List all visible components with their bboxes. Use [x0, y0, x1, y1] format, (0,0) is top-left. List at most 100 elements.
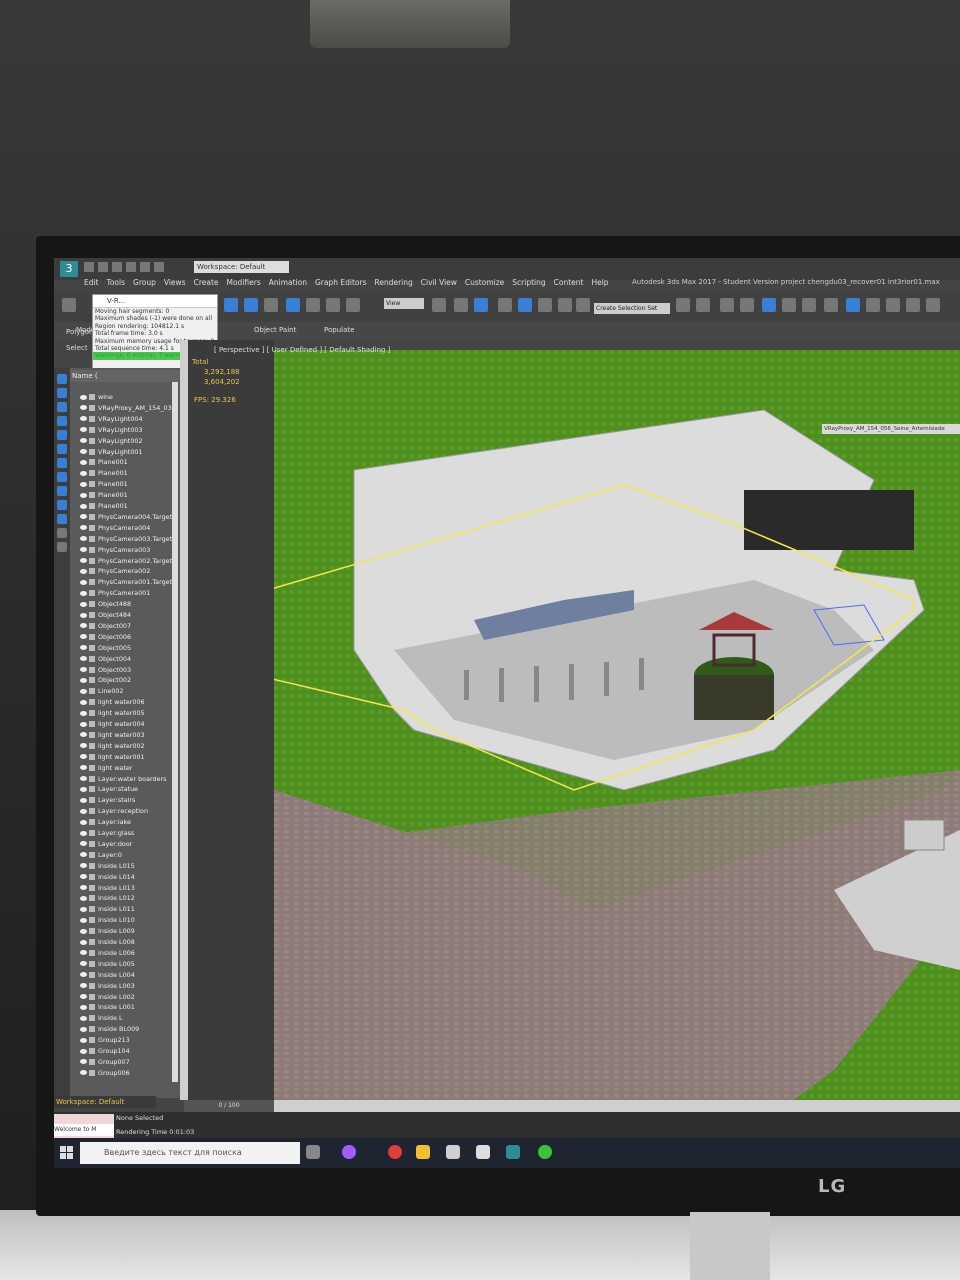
- visibility-eye-icon[interactable]: [80, 568, 87, 574]
- 3dsmax-taskbar-icon[interactable]: [506, 1145, 520, 1159]
- visibility-eye-icon[interactable]: [80, 950, 87, 956]
- scene-explorer-row[interactable]: Object006: [70, 632, 180, 643]
- menu-views[interactable]: Views: [164, 278, 186, 292]
- select-move-icon[interactable]: [286, 298, 300, 312]
- visibility-eye-icon[interactable]: [80, 1015, 87, 1021]
- scene-explorer-row[interactable]: Plane001: [70, 490, 180, 501]
- scene-explorer-row[interactable]: Layer:statue: [70, 784, 180, 795]
- workspace-label[interactable]: Workspace: Default: [54, 1096, 156, 1108]
- yandex-browser-icon[interactable]: [388, 1145, 402, 1159]
- menu-rendering[interactable]: Rendering: [374, 278, 412, 292]
- named-selection-set-dropdown[interactable]: Create Selection Set: [594, 303, 670, 314]
- scene-explorer-row[interactable]: PhysCamera003: [70, 545, 180, 556]
- scene-explorer-row[interactable]: Inside L010: [70, 915, 180, 926]
- visibility-eye-icon[interactable]: [80, 536, 87, 542]
- viewport-label[interactable]: [ Perspective ] [ User Defined ] [ Defau…: [214, 346, 390, 354]
- display-groups-icon[interactable]: [57, 472, 67, 482]
- time-slider[interactable]: 0 / 100: [184, 1100, 274, 1112]
- keyboard-shortcut-override-icon[interactable]: [474, 298, 488, 312]
- menu-customize[interactable]: Customize: [465, 278, 504, 292]
- visibility-eye-icon[interactable]: [80, 972, 87, 978]
- scene-explorer-row[interactable]: Object007: [70, 621, 180, 632]
- visibility-eye-icon[interactable]: [80, 885, 87, 890]
- visibility-eye-icon[interactable]: [80, 688, 87, 694]
- visibility-eye-icon[interactable]: [80, 1048, 87, 1054]
- scene-explorer-row[interactable]: Layer:stairs: [70, 795, 180, 806]
- project-icon[interactable]: [154, 262, 164, 272]
- layer-explorer-icon[interactable]: [720, 298, 734, 312]
- scene-explorer-row[interactable]: Group006: [70, 1068, 180, 1079]
- scene-explorer-row[interactable]: light water002: [70, 741, 180, 752]
- menu-civil-view[interactable]: Civil View: [421, 278, 457, 292]
- visibility-eye-icon[interactable]: [80, 928, 87, 934]
- menu-animation[interactable]: Animation: [269, 278, 307, 292]
- visibility-eye-icon[interactable]: [80, 797, 87, 803]
- visibility-eye-icon[interactable]: [80, 841, 87, 847]
- scene-explorer-row[interactable]: Plane001: [70, 468, 180, 479]
- render-setup-icon[interactable]: [846, 298, 860, 312]
- scene-explorer-row[interactable]: Inside L006: [70, 948, 180, 959]
- render-in-cloud-icon[interactable]: [926, 298, 940, 312]
- tab-object-paint[interactable]: Object Paint: [254, 326, 296, 334]
- scene-explorer-row[interactable]: Plane001: [70, 479, 180, 490]
- scene-explorer-row[interactable]: Inside L012: [70, 893, 180, 904]
- scene-explorer-row[interactable]: Layer:glass: [70, 828, 180, 839]
- menu-help[interactable]: Help: [591, 278, 608, 292]
- scene-explorer-row[interactable]: light water: [70, 763, 180, 774]
- scene-explorer-icon[interactable]: [762, 298, 776, 312]
- visibility-eye-icon[interactable]: [80, 656, 87, 662]
- scene-explorer-row[interactable]: light water003: [70, 730, 180, 741]
- open-file-icon[interactable]: [98, 262, 108, 272]
- visibility-eye-icon[interactable]: [80, 634, 87, 640]
- scene-explorer-row[interactable]: Group213: [70, 1035, 180, 1046]
- reference-coordinate-dropdown[interactable]: View: [384, 298, 424, 309]
- scene-explorer-row[interactable]: VRayProxy_AM_154_03: [70, 403, 180, 414]
- visibility-eye-icon[interactable]: [80, 1037, 87, 1043]
- scene-explorer-row[interactable]: Object484: [70, 610, 180, 621]
- scene-explorer-row[interactable]: Object002: [70, 675, 180, 686]
- visibility-eye-icon[interactable]: [80, 819, 87, 825]
- scene-explorer-row[interactable]: Line002: [70, 686, 180, 697]
- visibility-eye-icon[interactable]: [80, 459, 87, 465]
- menu-graph-editors[interactable]: Graph Editors: [315, 278, 367, 292]
- select-object-icon[interactable]: [224, 298, 238, 312]
- display-bones-icon[interactable]: [57, 500, 67, 510]
- edit-named-selection-icon[interactable]: [576, 298, 590, 312]
- visibility-eye-icon[interactable]: [80, 547, 87, 553]
- scene-explorer-row[interactable]: Plane001: [70, 457, 180, 468]
- visibility-eye-icon[interactable]: [80, 863, 87, 869]
- tab-populate[interactable]: Populate: [324, 326, 354, 334]
- menu-content[interactable]: Content: [554, 278, 584, 292]
- display-spacewarps-icon[interactable]: [57, 458, 67, 468]
- display-shapes-icon[interactable]: [57, 402, 67, 412]
- file-explorer-icon[interactable]: [416, 1145, 430, 1159]
- undo-icon[interactable]: [126, 262, 136, 272]
- scene-explorer-row[interactable]: Layer:reception: [70, 806, 180, 817]
- display-all-icon[interactable]: [57, 528, 67, 538]
- visibility-eye-icon[interactable]: [80, 765, 87, 771]
- panel-splitter[interactable]: [180, 340, 188, 1100]
- rendered-frame-window-icon[interactable]: [866, 298, 880, 312]
- scene-explorer-row[interactable]: VRayLight004: [70, 414, 180, 425]
- visibility-eye-icon[interactable]: [80, 983, 87, 989]
- scene-explorer-row[interactable]: PhysCamera004: [70, 523, 180, 534]
- select-region-icon[interactable]: [244, 298, 258, 312]
- alice-assistant-icon[interactable]: [342, 1145, 356, 1159]
- select-menu[interactable]: Select: [66, 344, 88, 352]
- scene-explorer-row[interactable]: Inside L011: [70, 904, 180, 915]
- visibility-eye-icon[interactable]: [80, 754, 87, 760]
- scene-explorer-row[interactable]: Plane001: [70, 501, 180, 512]
- scene-explorer-row[interactable]: PhysCamera001.Target: [70, 577, 180, 588]
- scene-explorer-row[interactable]: light water001: [70, 752, 180, 763]
- timeline[interactable]: [184, 1100, 960, 1112]
- visibility-eye-icon[interactable]: [80, 449, 87, 454]
- visibility-eye-icon[interactable]: [80, 917, 87, 923]
- scene-explorer-row[interactable]: VRayLight003: [70, 425, 180, 436]
- scene-explorer-row[interactable]: light water005: [70, 708, 180, 719]
- scene-explorer-row[interactable]: VRayLight002: [70, 436, 180, 447]
- scene-explorer-row[interactable]: Object004: [70, 654, 180, 665]
- schematic-view-icon[interactable]: [802, 298, 816, 312]
- filter-icon[interactable]: [57, 542, 67, 552]
- select-scale-icon[interactable]: [326, 298, 340, 312]
- wechat-icon[interactable]: [538, 1145, 552, 1159]
